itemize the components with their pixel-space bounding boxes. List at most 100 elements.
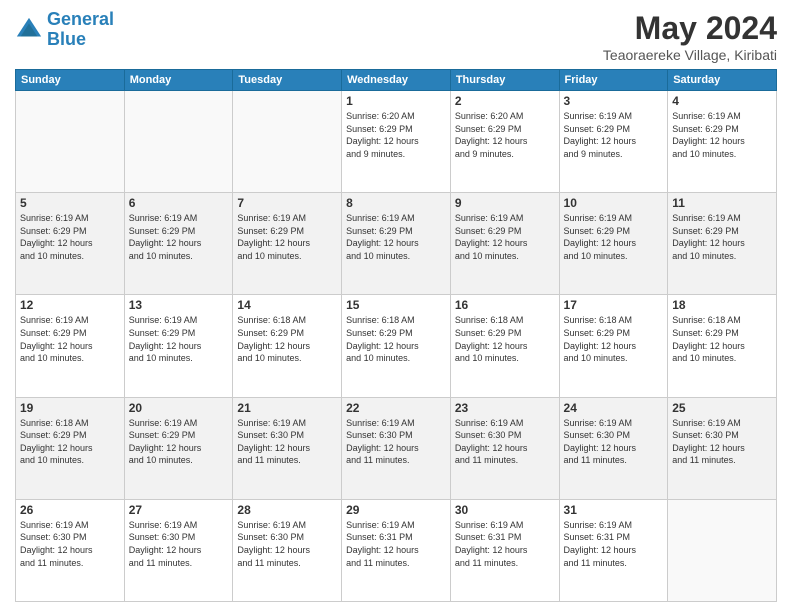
day-info: Sunrise: 6:20 AM Sunset: 6:29 PM Dayligh… bbox=[346, 110, 446, 160]
day-number: 29 bbox=[346, 503, 446, 517]
day-info: Sunrise: 6:19 AM Sunset: 6:29 PM Dayligh… bbox=[672, 212, 772, 262]
logo-icon bbox=[15, 16, 43, 44]
day-info: Sunrise: 6:19 AM Sunset: 6:29 PM Dayligh… bbox=[20, 212, 120, 262]
day-info: Sunrise: 6:18 AM Sunset: 6:29 PM Dayligh… bbox=[672, 314, 772, 364]
day-number: 6 bbox=[129, 196, 229, 210]
day-number: 30 bbox=[455, 503, 555, 517]
day-number: 11 bbox=[672, 196, 772, 210]
day-number: 14 bbox=[237, 298, 337, 312]
day-info: Sunrise: 6:19 AM Sunset: 6:30 PM Dayligh… bbox=[20, 519, 120, 569]
day-info: Sunrise: 6:20 AM Sunset: 6:29 PM Dayligh… bbox=[455, 110, 555, 160]
day-number: 16 bbox=[455, 298, 555, 312]
calendar-cell: 20Sunrise: 6:19 AM Sunset: 6:29 PM Dayli… bbox=[124, 397, 233, 499]
title-block: May 2024 Teaoraereke Village, Kiribati bbox=[603, 10, 777, 63]
day-number: 3 bbox=[564, 94, 664, 108]
day-number: 18 bbox=[672, 298, 772, 312]
calendar-cell: 8 Sunrise: 6:19 AM Sunset: 6:29 PM Daylig… bbox=[342, 193, 451, 295]
calendar-week-row: 5 Sunrise: 6:19 AM Sunset: 6:29 PM Daylig… bbox=[16, 193, 777, 295]
calendar-cell: 14 Sunrise: 6:18 AM Sunset: 6:29 PM Dayli… bbox=[233, 295, 342, 397]
calendar-cell: 17Sunrise: 6:18 AM Sunset: 6:29 PM Dayli… bbox=[559, 295, 668, 397]
calendar-cell: 23Sunrise: 6:19 AM Sunset: 6:30 PM Dayli… bbox=[450, 397, 559, 499]
calendar-cell: 11 Sunrise: 6:19 AM Sunset: 6:29 PM Dayli… bbox=[668, 193, 777, 295]
calendar-cell: 26 Sunrise: 6:19 AM Sunset: 6:30 PM Dayli… bbox=[16, 499, 125, 601]
calendar-cell: 12Sunrise: 6:19 AM Sunset: 6:29 PM Dayli… bbox=[16, 295, 125, 397]
day-number: 2 bbox=[455, 94, 555, 108]
calendar-cell: 22Sunrise: 6:19 AM Sunset: 6:30 PM Dayli… bbox=[342, 397, 451, 499]
calendar-cell: 18 Sunrise: 6:18 AM Sunset: 6:29 PM Dayli… bbox=[668, 295, 777, 397]
calendar-cell: 25Sunrise: 6:19 AM Sunset: 6:30 PM Dayli… bbox=[668, 397, 777, 499]
calendar-table: SundayMondayTuesdayWednesdayThursdayFrid… bbox=[15, 69, 777, 602]
day-info: Sunrise: 6:19 AM Sunset: 6:29 PM Dayligh… bbox=[672, 110, 772, 160]
day-number: 7 bbox=[237, 196, 337, 210]
day-info: Sunrise: 6:19 AM Sunset: 6:29 PM Dayligh… bbox=[129, 212, 229, 262]
calendar-cell: 7 Sunrise: 6:19 AM Sunset: 6:29 PM Daylig… bbox=[233, 193, 342, 295]
day-info: Sunrise: 6:18 AM Sunset: 6:29 PM Dayligh… bbox=[20, 417, 120, 467]
header: General Blue May 2024 Teaoraereke Villag… bbox=[15, 10, 777, 63]
day-number: 27 bbox=[129, 503, 229, 517]
day-info: Sunrise: 6:19 AM Sunset: 6:30 PM Dayligh… bbox=[346, 417, 446, 467]
day-number: 28 bbox=[237, 503, 337, 517]
day-info: Sunrise: 6:18 AM Sunset: 6:29 PM Dayligh… bbox=[346, 314, 446, 364]
calendar-cell: 4 Sunrise: 6:19 AM Sunset: 6:29 PM Daylig… bbox=[668, 91, 777, 193]
weekday-header-cell: Wednesday bbox=[342, 70, 451, 91]
weekday-header-cell: Saturday bbox=[668, 70, 777, 91]
calendar-cell: 27 Sunrise: 6:19 AM Sunset: 6:30 PM Dayli… bbox=[124, 499, 233, 601]
calendar-cell: 5 Sunrise: 6:19 AM Sunset: 6:29 PM Daylig… bbox=[16, 193, 125, 295]
calendar-cell: 24Sunrise: 6:19 AM Sunset: 6:30 PM Dayli… bbox=[559, 397, 668, 499]
day-info: Sunrise: 6:19 AM Sunset: 6:30 PM Dayligh… bbox=[237, 519, 337, 569]
day-info: Sunrise: 6:19 AM Sunset: 6:29 PM Dayligh… bbox=[455, 212, 555, 262]
logo-text: General Blue bbox=[47, 10, 114, 50]
day-info: Sunrise: 6:19 AM Sunset: 6:30 PM Dayligh… bbox=[129, 519, 229, 569]
weekday-header-cell: Thursday bbox=[450, 70, 559, 91]
calendar-cell: 6 Sunrise: 6:19 AM Sunset: 6:29 PM Daylig… bbox=[124, 193, 233, 295]
calendar-body: 1Sunrise: 6:20 AM Sunset: 6:29 PM Daylig… bbox=[16, 91, 777, 602]
weekday-header-cell: Sunday bbox=[16, 70, 125, 91]
day-number: 26 bbox=[20, 503, 120, 517]
day-info: Sunrise: 6:19 AM Sunset: 6:30 PM Dayligh… bbox=[237, 417, 337, 467]
day-number: 8 bbox=[346, 196, 446, 210]
day-info: Sunrise: 6:19 AM Sunset: 6:29 PM Dayligh… bbox=[346, 212, 446, 262]
calendar-week-row: 1Sunrise: 6:20 AM Sunset: 6:29 PM Daylig… bbox=[16, 91, 777, 193]
day-number: 9 bbox=[455, 196, 555, 210]
calendar-cell: 3 Sunrise: 6:19 AM Sunset: 6:29 PM Daylig… bbox=[559, 91, 668, 193]
calendar-cell: 28 Sunrise: 6:19 AM Sunset: 6:30 PM Dayli… bbox=[233, 499, 342, 601]
day-info: Sunrise: 6:18 AM Sunset: 6:29 PM Dayligh… bbox=[237, 314, 337, 364]
logo: General Blue bbox=[15, 10, 114, 50]
month-title: May 2024 bbox=[603, 10, 777, 47]
weekday-header-cell: Tuesday bbox=[233, 70, 342, 91]
day-number: 19 bbox=[20, 401, 120, 415]
calendar-cell: 29Sunrise: 6:19 AM Sunset: 6:31 PM Dayli… bbox=[342, 499, 451, 601]
day-number: 17 bbox=[564, 298, 664, 312]
day-number: 13 bbox=[129, 298, 229, 312]
day-number: 4 bbox=[672, 94, 772, 108]
day-info: Sunrise: 6:19 AM Sunset: 6:29 PM Dayligh… bbox=[129, 314, 229, 364]
day-info: Sunrise: 6:19 AM Sunset: 6:30 PM Dayligh… bbox=[672, 417, 772, 467]
calendar-week-row: 12Sunrise: 6:19 AM Sunset: 6:29 PM Dayli… bbox=[16, 295, 777, 397]
calendar-cell bbox=[16, 91, 125, 193]
day-number: 31 bbox=[564, 503, 664, 517]
calendar-cell: 21 Sunrise: 6:19 AM Sunset: 6:30 PM Dayli… bbox=[233, 397, 342, 499]
weekday-header-cell: Monday bbox=[124, 70, 233, 91]
calendar-week-row: 19 Sunrise: 6:18 AM Sunset: 6:29 PM Dayli… bbox=[16, 397, 777, 499]
calendar-week-row: 26 Sunrise: 6:19 AM Sunset: 6:30 PM Dayli… bbox=[16, 499, 777, 601]
day-info: Sunrise: 6:19 AM Sunset: 6:29 PM Dayligh… bbox=[237, 212, 337, 262]
calendar-cell: 10Sunrise: 6:19 AM Sunset: 6:29 PM Dayli… bbox=[559, 193, 668, 295]
day-info: Sunrise: 6:19 AM Sunset: 6:30 PM Dayligh… bbox=[564, 417, 664, 467]
calendar-cell: 15Sunrise: 6:18 AM Sunset: 6:29 PM Dayli… bbox=[342, 295, 451, 397]
calendar-cell bbox=[233, 91, 342, 193]
location-title: Teaoraereke Village, Kiribati bbox=[603, 47, 777, 63]
weekday-header-cell: Friday bbox=[559, 70, 668, 91]
day-info: Sunrise: 6:19 AM Sunset: 6:29 PM Dayligh… bbox=[20, 314, 120, 364]
calendar-cell: 31Sunrise: 6:19 AM Sunset: 6:31 PM Dayli… bbox=[559, 499, 668, 601]
day-number: 20 bbox=[129, 401, 229, 415]
calendar-cell: 1Sunrise: 6:20 AM Sunset: 6:29 PM Daylig… bbox=[342, 91, 451, 193]
day-number: 10 bbox=[564, 196, 664, 210]
calendar-cell bbox=[668, 499, 777, 601]
day-number: 21 bbox=[237, 401, 337, 415]
page: General Blue May 2024 Teaoraereke Villag… bbox=[0, 0, 792, 612]
day-number: 5 bbox=[20, 196, 120, 210]
day-info: Sunrise: 6:19 AM Sunset: 6:29 PM Dayligh… bbox=[564, 110, 664, 160]
weekday-header: SundayMondayTuesdayWednesdayThursdayFrid… bbox=[16, 70, 777, 91]
calendar-cell: 9 Sunrise: 6:19 AM Sunset: 6:29 PM Daylig… bbox=[450, 193, 559, 295]
day-info: Sunrise: 6:19 AM Sunset: 6:30 PM Dayligh… bbox=[455, 417, 555, 467]
